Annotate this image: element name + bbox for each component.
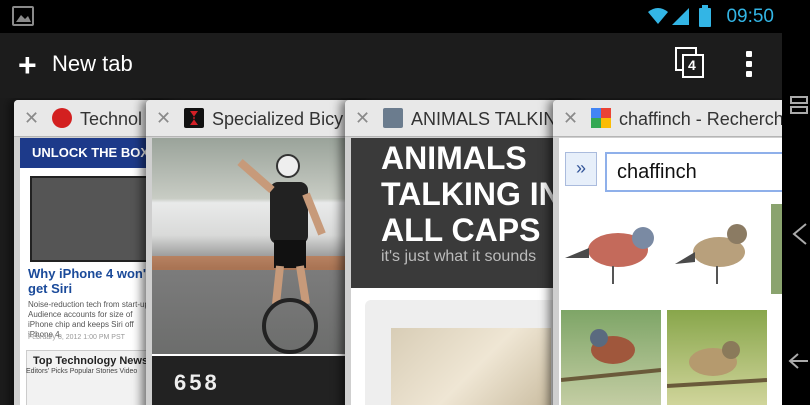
back-icon[interactable] — [788, 350, 810, 377]
article-image — [30, 176, 154, 262]
tab-card-chaffinch[interactable]: ✕ chaffinch - Recherch » chaffinch — [553, 100, 782, 405]
close-icon[interactable]: ✕ — [355, 108, 370, 129]
recent-apps-icon[interactable] — [790, 96, 808, 121]
tab-preview: 658 — [152, 138, 365, 405]
tab-card-header: ✕ Specialized Bicy — [146, 100, 371, 137]
bird-image[interactable] — [671, 208, 761, 288]
plus-icon[interactable]: + — [18, 49, 37, 81]
status-bar: 09:50 — [0, 0, 782, 33]
tech-site-icon — [52, 108, 72, 128]
search-input[interactable]: chaffinch — [605, 152, 782, 192]
tab-stack: ✕ Technol UNLOCK THE BOX Why iPhone 4 wo… — [0, 98, 782, 405]
signal-icon — [670, 6, 690, 31]
bicycle-brand-icon — [184, 108, 204, 128]
home-icon[interactable] — [790, 222, 808, 251]
bird-photo[interactable] — [666, 310, 768, 405]
close-icon[interactable]: ✕ — [563, 108, 578, 129]
blog-subtitle: it's just what it sounds — [381, 248, 537, 265]
post-image — [391, 328, 551, 405]
action-bar: + New tab 4 — [0, 33, 782, 98]
tab-card-header: ✕ chaffinch - Recherch — [553, 100, 782, 137]
tab-preview: » chaffinch — [559, 138, 782, 405]
tab-title: chaffinch - Recherch — [619, 109, 782, 129]
clock: 09:50 — [726, 6, 774, 27]
tab-count: 4 — [688, 57, 696, 73]
overflow-menu-icon[interactable] — [745, 51, 753, 81]
image-thumbnail[interactable] — [771, 204, 782, 294]
navigation-bar — [782, 0, 810, 405]
close-icon[interactable]: ✕ — [24, 108, 39, 129]
bird-photo[interactable] — [560, 310, 662, 405]
tab-card-header: ✕ ANIMALS TALKING — [345, 100, 585, 137]
tab-card-animals[interactable]: ✕ ANIMALS TALKING ANIMALS TALKING IN ALL… — [345, 100, 585, 405]
google-icon — [591, 108, 611, 128]
article-date: February 8, 2012 1:00 PM PST — [28, 334, 125, 341]
blog-title: ANIMALS TALKING IN ALL CAPS — [381, 140, 562, 248]
gallery-icon — [12, 6, 34, 26]
tab-card-specialized[interactable]: ✕ Specialized Bicy 658 — [146, 100, 371, 405]
tab-switcher-button[interactable]: 4 — [675, 47, 705, 79]
counter: 658 — [174, 370, 220, 395]
close-icon[interactable]: ✕ — [156, 108, 171, 129]
wifi-icon — [646, 6, 670, 31]
cyclist-figure — [237, 154, 326, 354]
bird-image[interactable] — [563, 208, 663, 288]
new-tab-button[interactable]: New tab — [52, 51, 133, 77]
tab-preview: ANIMALS TALKING IN ALL CAPS it's just wh… — [351, 138, 579, 405]
expand-arrow-icon[interactable]: » — [565, 152, 597, 186]
article-headline: Why iPhone 4 won't get Siri — [28, 266, 151, 296]
profile-thumbnail-icon — [383, 108, 403, 128]
news-box-tabs: Editors' Picks Popular Stories Video — [26, 368, 138, 375]
battery-icon — [699, 5, 711, 32]
